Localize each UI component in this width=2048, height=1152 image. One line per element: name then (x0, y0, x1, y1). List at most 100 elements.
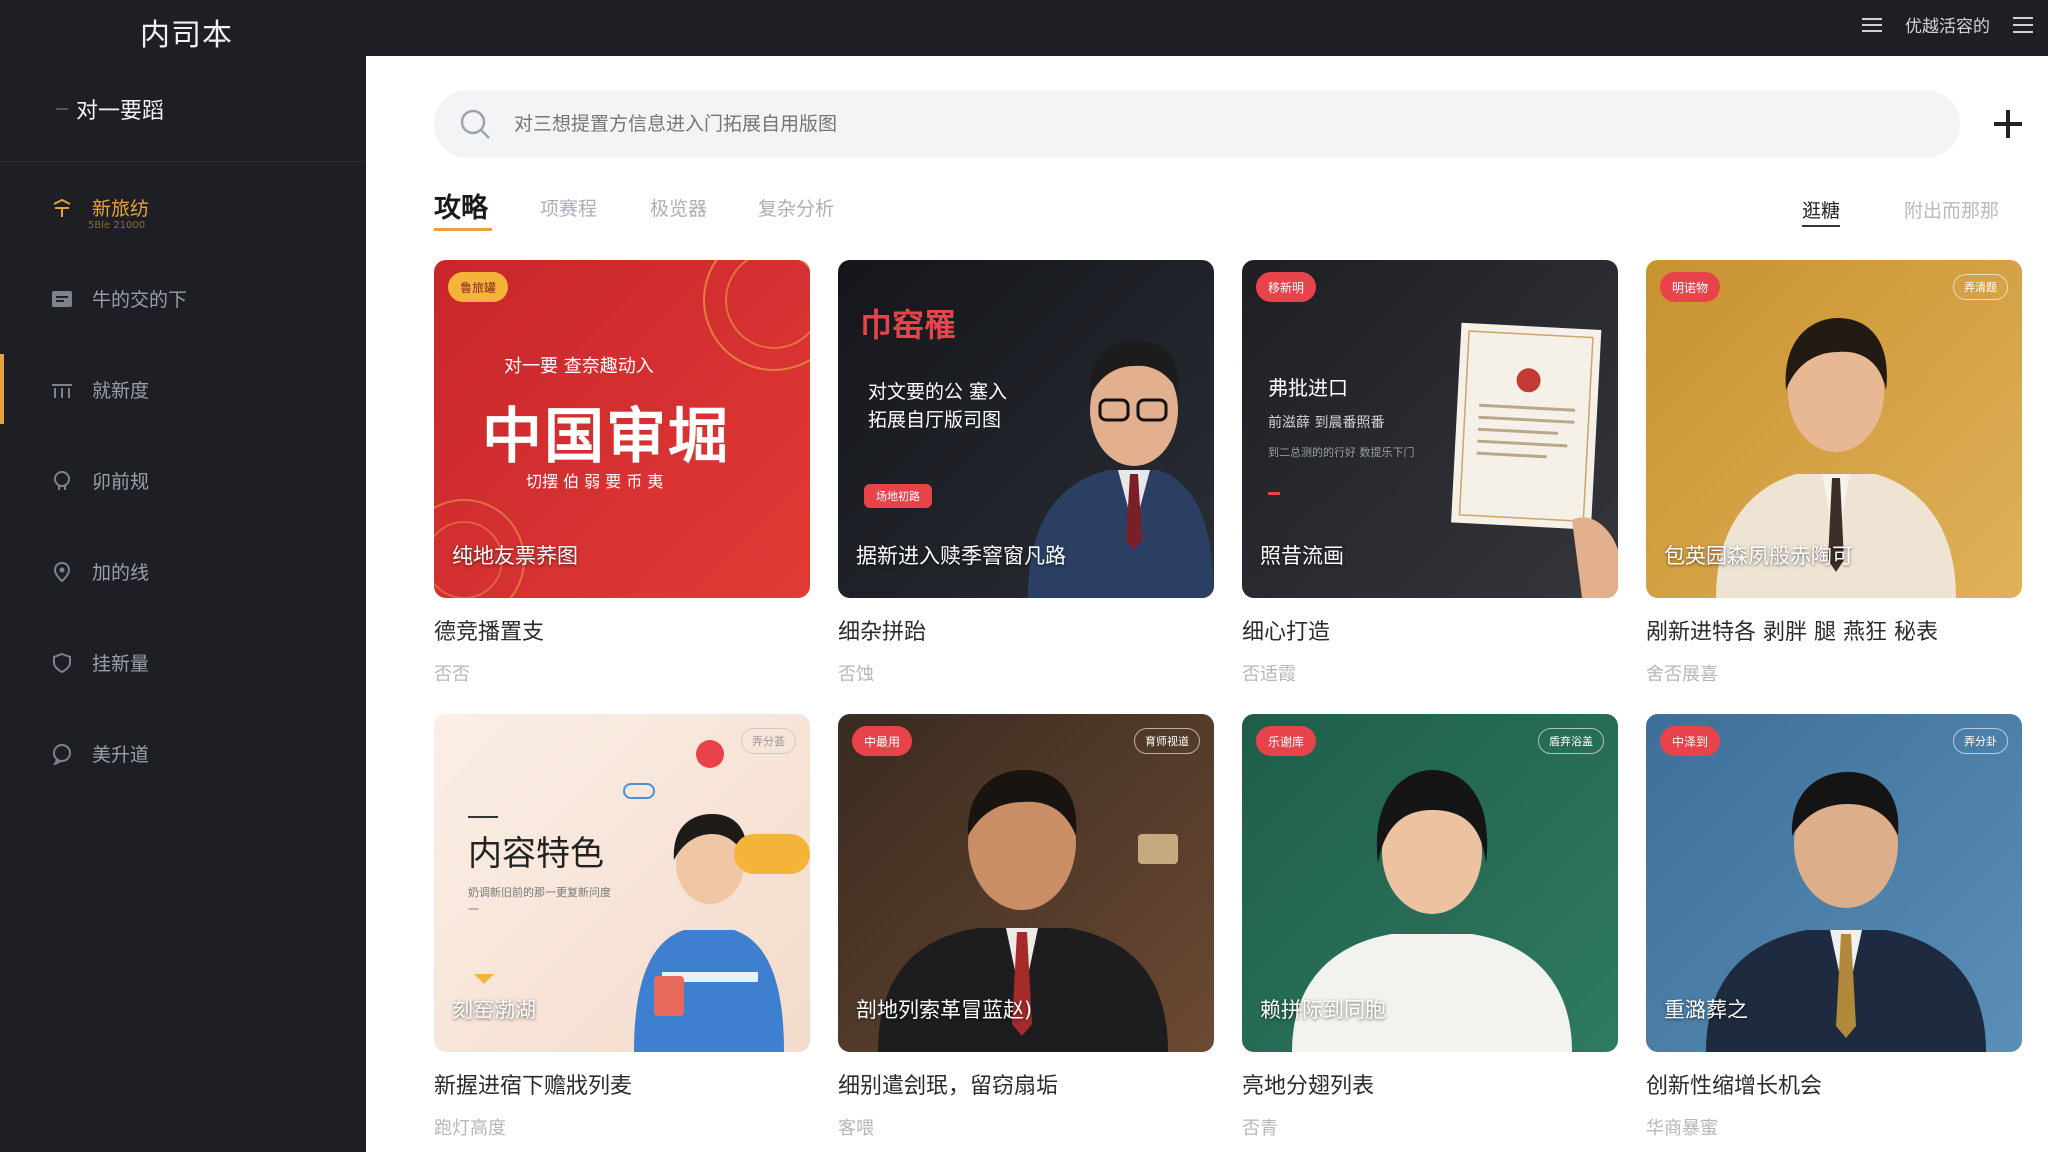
card-badge: 中最用 (852, 726, 913, 756)
card-badge: 明诺物 (1660, 272, 1721, 302)
card-caption: 照昔流画 (1260, 544, 1344, 568)
location-icon (50, 560, 74, 584)
card-badge: 乐谢库 (1256, 726, 1317, 756)
card-headline: 中国审堀 (482, 402, 730, 472)
card-thumbnail[interactable]: 鲁旅罐 对一要 查奈趣动入 中国审堀 切摆 伯 弱 要 币 夷 纯地友票荞图 (434, 260, 810, 598)
sidebar-item-6[interactable]: 美升道 (0, 708, 366, 799)
card-headline-top: 巾窑罹 (860, 306, 957, 344)
search-input[interactable] (514, 113, 1814, 135)
calendar-icon (50, 287, 74, 311)
card-title[interactable]: 剐新进特各 剥胖 腿 燕狂 秘表 (1646, 614, 1938, 646)
main-content: 攻略 项赛程 极览器 复杂分析 逛糖 附出而那那 鲁旅罐 对一要 查奈趣动入 中… (366, 56, 2048, 1152)
card-2[interactable]: 移新明 弗批进口 前滋薛 到晨番照番 到二总测的的行好 数提乐下门 照昔流画 细… (1242, 260, 1618, 686)
card-title[interactable]: 细心打造 (1242, 614, 1330, 646)
card-title[interactable]: 德竞播置支 (434, 614, 544, 646)
card-title[interactable]: 创新性缩增长机会 (1646, 1068, 1822, 1100)
top-right-controls: 优越活容的 (1861, 12, 2034, 37)
tab-3[interactable]: 复杂分析 (758, 194, 834, 221)
card-tag: 弄分荟 (741, 728, 796, 754)
card-caption: 剖地列索革冒蓝赵) (856, 998, 1033, 1022)
top-bar: 内司本 优越活容的 (0, 0, 2048, 56)
sidebar-item-label: 卯前规 (92, 471, 150, 493)
card-subtitle: 否否 (434, 664, 470, 685)
sidebar-item-label: 美升道 (92, 744, 150, 766)
card-subtitle: 舍否展喜 (1646, 664, 1718, 685)
sidebar-header-dash (56, 107, 68, 110)
top-right-label[interactable]: 优越活容的 (1905, 12, 1990, 37)
grid-icon (50, 378, 74, 402)
sidebar-item-4[interactable]: 加的线 (0, 526, 366, 617)
tab-right-0[interactable]: 逛糖 (1802, 196, 1841, 227)
card-thumbnail[interactable]: 中最用 育师视道 剖地列索革冒蓝赵) (838, 714, 1214, 1052)
card-headline-top: 奶调新旧前的那一更复新问度一 (468, 886, 611, 916)
tab-bar: 攻略 项赛程 极览器 复杂分析 逛糖 附出而那那 (434, 186, 2048, 236)
card-headline: 弗批进口 (1268, 376, 1348, 400)
card-7[interactable]: 中泽到 弄分卦 重潞葬之 创新性缩增长机会 华商暴蜜 (1646, 714, 2022, 1140)
sidebar-item-2[interactable]: 就新度 (0, 344, 366, 435)
card-tag: 弄分卦 (1953, 728, 2008, 754)
tab-1[interactable]: 项赛程 (540, 194, 597, 221)
card-subtitle: 否适霞 (1242, 664, 1296, 685)
card-caption: 据新进入赎季窨窗凡路 (856, 544, 1066, 568)
card-4[interactable]: 弄分荟 内容特色 奶调新旧前的那一更复新问度一 刻窑渤湖 新握进宿下赡戕列麦 跑… (434, 714, 810, 1140)
compass-icon (50, 196, 74, 220)
card-badge: 鲁旅罐 (448, 272, 509, 302)
sidebar-item-label: 新旅纺 (92, 198, 150, 220)
card-thumbnail[interactable]: 乐谢库 盾弃浴盖 赖拼际到同胞 (1242, 714, 1618, 1052)
card-1[interactable]: 巾窑罹 对文要的公 塞入 拓展自厅版司图 场地初路 据新进入赎季窨窗凡路 细杂拼… (838, 260, 1214, 686)
shield-icon (50, 651, 74, 675)
sidebar-item-label: 加的线 (92, 562, 150, 584)
card-headline-bottom: 到二总测的的行好 数提乐下门 (1268, 446, 1415, 459)
sidebar-item-label: 挂新量 (92, 653, 150, 675)
sidebar: 对一要蹈 新旅纺 5Ble 21000 牛的交的下 就新度 卯前规 加的线 挂新… (0, 56, 366, 1152)
card-caption: 赖拼际到同胞 (1260, 998, 1386, 1022)
sidebar-header[interactable]: 对一要蹈 (0, 56, 366, 162)
card-tag: 育师视道 (1134, 728, 1200, 754)
card-headline: 内容特色 (468, 834, 604, 874)
card-badge: 移新明 (1256, 272, 1317, 302)
search-icon (458, 107, 492, 141)
card-thumbnail[interactable]: 移新明 弗批进口 前滋薛 到晨番照番 到二总测的的行好 数提乐下门 照昔流画 (1242, 260, 1618, 598)
card-caption: 纯地友票荞图 (452, 544, 578, 568)
card-0[interactable]: 鲁旅罐 对一要 查奈趣动入 中国审堀 切摆 伯 弱 要 币 夷 纯地友票荞图 德… (434, 260, 810, 686)
sidebar-item-label: 就新度 (92, 380, 150, 402)
sidebar-item-sub: 5Ble 21000 (88, 220, 146, 231)
card-caption: 刻窑渤湖 (452, 998, 536, 1022)
card-6[interactable]: 乐谢库 盾弃浴盖 赖拼际到同胞 亮地分翅列表 否青 (1242, 714, 1618, 1140)
card-thumbnail[interactable]: 中泽到 弄分卦 重潞葬之 (1646, 714, 2022, 1052)
card-tag: 弄清题 (1953, 274, 2008, 300)
app-logo: 内司本 (140, 18, 233, 53)
sidebar-item-3[interactable]: 卯前规 (0, 435, 366, 526)
list-icon[interactable] (1861, 15, 1883, 35)
brain-icon (50, 469, 74, 493)
sidebar-item-0[interactable]: 新旅纺 5Ble 21000 (0, 162, 366, 253)
sidebar-item-label: 牛的交的下 (92, 289, 188, 311)
sidebar-item-1[interactable]: 牛的交的下 (0, 253, 366, 344)
tab-0[interactable]: 攻略 (434, 186, 492, 231)
search-bar[interactable] (434, 90, 1960, 158)
tab-2[interactable]: 极览器 (650, 194, 707, 221)
card-title[interactable]: 新握进宿下赡戕列麦 (434, 1068, 632, 1100)
card-subtitle: 华商暴蜜 (1646, 1118, 1718, 1139)
card-caption: 重潞葬之 (1664, 998, 1748, 1022)
card-thumbnail[interactable]: 巾窑罹 对文要的公 塞入 拓展自厅版司图 场地初路 据新进入赎季窨窗凡路 (838, 260, 1214, 598)
card-caption: 包英园森夙般赤陶可 (1664, 544, 1853, 568)
card-headline-top: 前滋薛 到晨番照番 (1268, 415, 1385, 431)
menu-icon[interactable] (2012, 15, 2034, 35)
card-3[interactable]: 明诺物 弄清题 包英园森夙般赤陶可 剐新进特各 剥胖 腿 燕狂 秘表 舍否展喜 (1646, 260, 2022, 686)
card-headline: 对文要的公 塞入 拓展自厅版司图 (868, 381, 1008, 431)
card-tag: 盾弃浴盖 (1538, 728, 1604, 754)
card-5[interactable]: 中最用 育师视道 剖地列索革冒蓝赵) 细别遣刽珉，留窃扇垢 客喂 (838, 714, 1214, 1140)
sidebar-header-label: 对一要蹈 (76, 98, 165, 124)
sidebar-item-5[interactable]: 挂新量 (0, 617, 366, 708)
add-button[interactable] (1986, 102, 2030, 146)
card-thumbnail[interactable]: 弄分荟 内容特色 奶调新旧前的那一更复新问度一 刻窑渤湖 (434, 714, 810, 1052)
card-thumbnail[interactable]: 明诺物 弄清题 包英园森夙般赤陶可 (1646, 260, 2022, 598)
card-badge: 场地初路 (864, 484, 932, 508)
card-title[interactable]: 亮地分翅列表 (1242, 1068, 1374, 1100)
tab-right-1[interactable]: 附出而那那 (1904, 196, 1999, 223)
card-subtitle: 跑灯高度 (434, 1118, 506, 1139)
card-title[interactable]: 细别遣刽珉，留窃扇垢 (838, 1068, 1058, 1100)
card-headline-top: 对一要 查奈趣动入 (504, 356, 654, 377)
card-title[interactable]: 细杂拼跆 (838, 614, 926, 646)
